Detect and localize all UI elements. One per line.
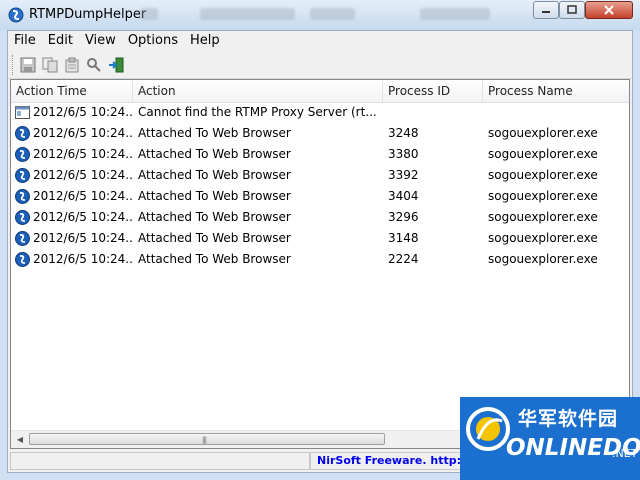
exit-button[interactable]: [106, 55, 126, 75]
sogou-icon: [15, 210, 30, 225]
menu-file[interactable]: File: [8, 31, 42, 51]
table-row[interactable]: 2012/6/5 10:24... Attached To Web Browser…: [11, 144, 629, 165]
cell-action-time: 2012/6/5 10:24...: [33, 231, 133, 245]
sogou-icon: [15, 231, 30, 246]
scroll-left-icon[interactable]: ◀: [13, 433, 27, 446]
cell-process-name: sogouexplorer.exe: [488, 252, 598, 266]
close-icon: [604, 5, 614, 15]
table-row[interactable]: 2012/6/5 10:24... Attached To Web Browser…: [11, 249, 629, 270]
cell-process-id: 3404: [388, 189, 419, 203]
cell-action-time: 2012/6/5 10:24...: [33, 168, 133, 182]
cell-process-name: sogouexplorer.exe: [488, 126, 598, 140]
log-list[interactable]: Action Time Action Process ID Process Na…: [10, 79, 630, 449]
grip-icon: |||: [202, 436, 207, 444]
cell-process-name: sogouexplorer.exe: [488, 210, 598, 224]
sogou-icon: [15, 189, 30, 204]
minimize-icon: [542, 11, 550, 13]
cell-process-name: sogouexplorer.exe: [488, 147, 598, 161]
maximize-icon: [567, 5, 577, 14]
toolbar-grip[interactable]: [12, 55, 15, 75]
cell-action: Attached To Web Browser: [138, 147, 291, 161]
maximize-button[interactable]: [559, 1, 585, 19]
properties-button[interactable]: [62, 55, 82, 75]
nirsoft-link[interactable]: NirSoft Freeware. http://w: [313, 452, 467, 470]
cell-process-name: sogouexplorer.exe: [488, 231, 598, 245]
cell-action: Attached To Web Browser: [138, 168, 291, 182]
cell-process-id: 3248: [388, 126, 419, 140]
table-row[interactable]: 2012/6/5 10:24... Cannot find the RTMP Pr…: [11, 102, 629, 123]
blurred-title-segment: [310, 8, 355, 20]
save-button[interactable]: [18, 55, 38, 75]
cell-action-time: 2012/6/5 10:24...: [33, 210, 133, 224]
cell-process-id: 3148: [388, 231, 419, 245]
find-button[interactable]: [84, 55, 104, 75]
scrollbar-thumb[interactable]: |||: [29, 433, 385, 445]
table-row[interactable]: 2012/6/5 10:24... Attached To Web Browser…: [11, 186, 629, 207]
cell-process-name: sogouexplorer.exe: [488, 189, 598, 203]
onlinedown-logo-icon: [466, 407, 510, 451]
title-bar[interactable]: RTMPDumpHelper: [0, 0, 640, 30]
blurred-title-segment: [200, 8, 295, 20]
toolbar: [8, 52, 632, 79]
table-row[interactable]: 2012/6/5 10:24... Attached To Web Browser…: [11, 165, 629, 186]
column-header-process-name[interactable]: Process Name: [483, 80, 629, 102]
cell-action: Cannot find the RTMP Proxy Server (rt...: [138, 105, 377, 119]
cell-action: Attached To Web Browser: [138, 231, 291, 245]
cell-process-id: 3392: [388, 168, 419, 182]
cell-process-id: 3380: [388, 147, 419, 161]
column-header-action-time[interactable]: Action Time: [11, 80, 133, 102]
table-row[interactable]: 2012/6/5 10:24... Attached To Web Browser…: [11, 207, 629, 228]
find-icon: [87, 58, 101, 72]
table-row[interactable]: 2012/6/5 10:24... Attached To Web Browser…: [11, 228, 629, 249]
close-button[interactable]: [585, 1, 633, 19]
minimize-button[interactable]: [533, 1, 559, 19]
menu-options[interactable]: Options: [122, 31, 184, 51]
cell-process-name: sogouexplorer.exe: [488, 168, 598, 182]
sogou-icon: [15, 126, 30, 141]
sogou-icon: [15, 147, 30, 162]
blurred-title-segment: [420, 8, 490, 20]
cell-process-name: [488, 102, 628, 123]
watermark-suffix: .NET: [612, 447, 638, 460]
cell-action: Attached To Web Browser: [138, 210, 291, 224]
window-icon: [15, 106, 30, 119]
cell-process-id: [388, 102, 483, 123]
cell-process-id: 3296: [388, 210, 419, 224]
cell-action-time: 2012/6/5 10:24...: [33, 252, 133, 266]
exit-icon: [109, 57, 124, 73]
cell-action-time: 2012/6/5 10:24...: [33, 105, 133, 119]
column-header-action[interactable]: Action: [133, 80, 383, 102]
list-header: Action Time Action Process ID Process Na…: [11, 80, 629, 103]
copy-icon: [42, 57, 58, 73]
status-cell-info: [10, 452, 310, 470]
properties-icon: [65, 57, 79, 73]
cell-action-time: 2012/6/5 10:24...: [33, 147, 133, 161]
cell-action-time: 2012/6/5 10:24...: [33, 126, 133, 140]
cell-action: Attached To Web Browser: [138, 189, 291, 203]
table-row[interactable]: 2012/6/5 10:24... Attached To Web Browser…: [11, 123, 629, 144]
cell-action-time: 2012/6/5 10:24...: [33, 189, 133, 203]
app-icon: [8, 7, 24, 23]
copy-button[interactable]: [40, 55, 60, 75]
menu-edit[interactable]: Edit: [42, 31, 79, 51]
save-icon: [20, 57, 36, 73]
cell-process-id: 2224: [388, 252, 419, 266]
window-title: RTMPDumpHelper: [29, 7, 147, 22]
watermark-cn: 华军软件园: [518, 408, 619, 430]
menu-bar: File Edit View Options Help: [8, 31, 632, 51]
sogou-icon: [15, 168, 30, 183]
menu-view[interactable]: View: [79, 31, 122, 51]
column-header-process-id[interactable]: Process ID: [383, 80, 483, 102]
blurred-title-segment: [140, 8, 158, 20]
watermark-logo: 华军软件园 ONLINEDOWN .NET: [460, 397, 640, 480]
cell-action: Attached To Web Browser: [138, 252, 291, 266]
menu-help[interactable]: Help: [184, 31, 226, 51]
sogou-icon: [15, 252, 30, 267]
cell-action: Attached To Web Browser: [138, 126, 291, 140]
